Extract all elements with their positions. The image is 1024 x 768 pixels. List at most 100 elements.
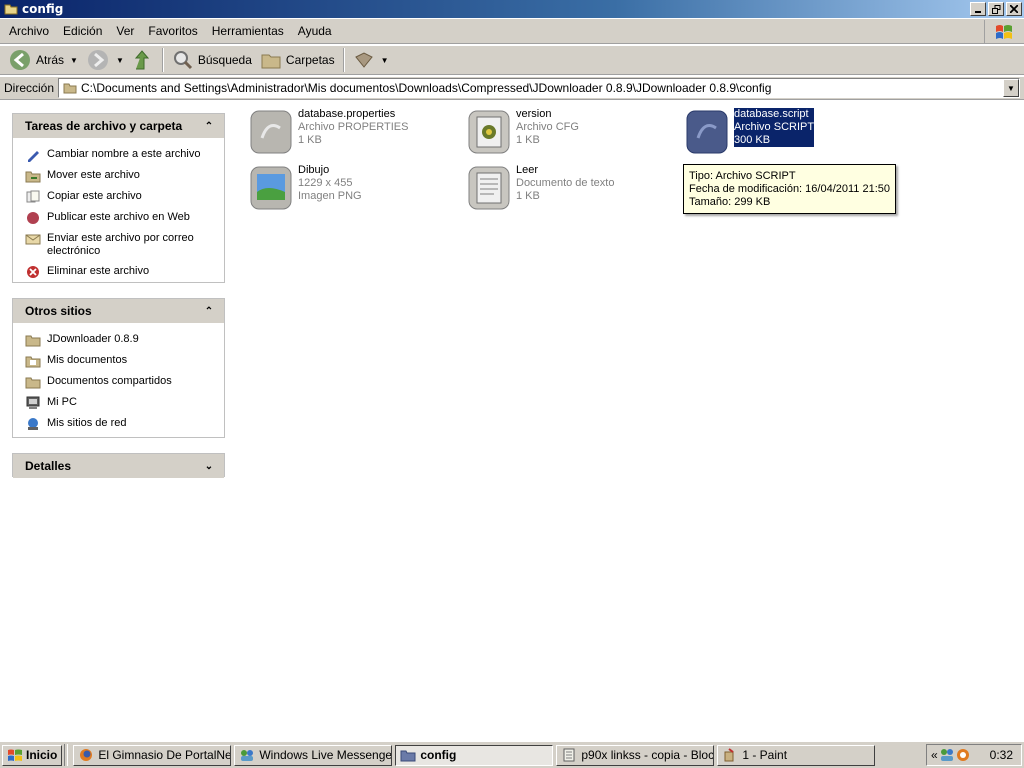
folder-icon [4,4,18,15]
file-item[interactable]: Dibujo 1229 x 455 Imagen PNG [248,164,448,212]
address-bar: Dirección C:\Documents and Settings\Admi… [0,76,1024,100]
tasks-panel-header[interactable]: Tareas de archivo y carpeta ⌃ [13,114,224,138]
back-label: Atrás [36,53,65,67]
menu-ver[interactable]: Ver [109,24,141,38]
forward-arrow-icon [87,50,108,70]
restore-button[interactable] [988,2,1004,16]
task-publish-label: Publicar este archivo en Web [47,210,190,223]
chevron-down-icon[interactable]: ▼ [381,56,389,65]
folder-icon [400,750,416,762]
up-folder-button[interactable] [128,47,158,73]
file-name: database.script [734,108,809,120]
title-bar: config [0,0,1024,18]
address-input[interactable]: C:\Documents and Settings\Administrador\… [58,78,1021,98]
avast-tray-icon[interactable] [956,748,970,762]
file-item[interactable]: version Archivo CFG 1 KB [466,108,666,156]
back-button[interactable]: Atrás ▼ [4,47,82,73]
file-name: Dibujo [298,164,330,176]
menu-ayuda[interactable]: Ayuda [291,24,339,38]
file-type: Archivo PROPERTIES [298,121,409,133]
email-icon [25,234,41,244]
clock: 0:32 [989,748,1013,762]
taskbar-item-paint[interactable]: 1 - Paint [717,744,876,766]
file-item[interactable]: Leer Documento de texto 1 KB [466,164,666,212]
folder-icon [63,83,77,94]
task-publish[interactable]: Publicar este archivo en Web [25,207,220,228]
close-icon [1010,5,1018,13]
views-icon [354,52,373,68]
tasks-panel-title: Tareas de archivo y carpeta [25,119,183,133]
menu-archivo[interactable]: Archivo [2,24,56,38]
collapse-icon[interactable]: ⌃ [202,119,216,133]
copy-icon [26,190,40,202]
taskbar-item-messenger[interactable]: Windows Live Messenger [234,744,393,766]
file-item[interactable]: database.properties Archivo PROPERTIES 1… [248,108,448,156]
forward-button[interactable]: ▼ [82,47,128,73]
start-button[interactable]: Inicio [2,744,63,766]
file-item-selected[interactable]: database.script Archivo SCRIPT 300 KB [684,108,884,156]
menu-herramientas[interactable]: Herramientas [205,24,291,38]
chevron-down-icon[interactable]: ▼ [70,56,78,65]
delete-icon [27,265,39,278]
place-jdownloader-label: JDownloader 0.8.9 [47,332,139,345]
chevron-down-icon[interactable]: ▼ [116,56,124,65]
taskbar: Inicio El Gimnasio De PortalNet ... Wind… [0,741,1024,768]
minimize-button[interactable] [970,2,986,16]
file-type: Documento de texto [516,177,615,189]
menu-favoritos[interactable]: Favoritos [141,24,204,38]
taskbar-item-label: 1 - Paint [742,748,788,762]
views-button[interactable]: ▼ [349,47,393,73]
expand-icon[interactable]: ⌄ [202,459,216,473]
task-email[interactable]: Enviar este archivo por correo electróni… [25,228,220,261]
text-document-icon [468,166,510,210]
script-file-icon [686,110,728,154]
places-panel-header[interactable]: Otros sitios ⌃ [13,299,224,323]
place-my-computer[interactable]: Mi PC [25,392,220,413]
place-network[interactable]: Mis sitios de red [25,413,220,434]
messenger-tray-icon[interactable] [940,748,954,762]
file-name: Leer [516,164,539,176]
places-panel: Otros sitios ⌃ JDownloader 0.8.9 Mis doc… [12,298,225,438]
file-type: Archivo SCRIPT [734,121,815,133]
task-delete[interactable]: Eliminar este archivo [25,261,220,282]
collapse-icon[interactable]: ⌃ [202,304,216,318]
png-image-icon [250,166,292,210]
taskbar-item-config[interactable]: config [395,744,554,766]
taskbar-item-label: p90x linkss - copia - Bloc ... [581,748,715,762]
notepad-icon [563,748,575,762]
address-label: Dirección [4,81,55,95]
place-network-label: Mis sitios de red [47,416,127,429]
my-computer-icon [26,396,40,409]
file-size: 1 KB [516,190,540,202]
menu-edicion[interactable]: Edición [56,24,109,38]
place-my-documents[interactable]: Mis documentos [25,350,220,371]
places-panel-title: Otros sitios [25,304,92,318]
tooltip-size: Tamaño: 299 KB [689,196,771,208]
place-my-documents-label: Mis documentos [47,353,128,366]
tray-expand-button[interactable]: « [931,748,938,762]
minimize-icon [975,11,981,13]
taskbar-item-notepad[interactable]: p90x linkss - copia - Bloc ... [556,744,715,766]
taskbar-item-firefox[interactable]: El Gimnasio De PortalNet ... [73,744,232,766]
details-panel-header[interactable]: Detalles ⌄ [13,454,224,478]
address-dropdown-button[interactable]: ▼ [1003,79,1020,97]
task-pane: Tareas de archivo y carpeta ⌃ Cambiar no… [0,101,238,739]
close-button[interactable] [1006,2,1022,16]
task-delete-label: Eliminar este archivo [47,264,150,277]
file-size: 1 KB [516,134,540,146]
task-copy-label: Copiar este archivo [47,189,142,202]
folders-label: Carpetas [285,53,335,67]
search-button[interactable]: Búsqueda [168,47,256,73]
task-move[interactable]: Mover este archivo [25,165,220,186]
file-type: 1229 x 455 [298,177,353,189]
properties-file-icon [250,110,292,154]
network-places-icon [28,417,38,430]
task-rename[interactable]: Cambiar nombre a este archivo [25,144,220,165]
task-copy[interactable]: Copiar este archivo [25,186,220,207]
place-shared-documents[interactable]: Documentos compartidos [25,371,220,392]
place-jdownloader[interactable]: JDownloader 0.8.9 [25,329,220,350]
toolbar-separator [342,48,345,72]
folders-button[interactable]: Carpetas [256,47,339,73]
search-icon [173,51,192,70]
messenger-icon [241,750,254,761]
